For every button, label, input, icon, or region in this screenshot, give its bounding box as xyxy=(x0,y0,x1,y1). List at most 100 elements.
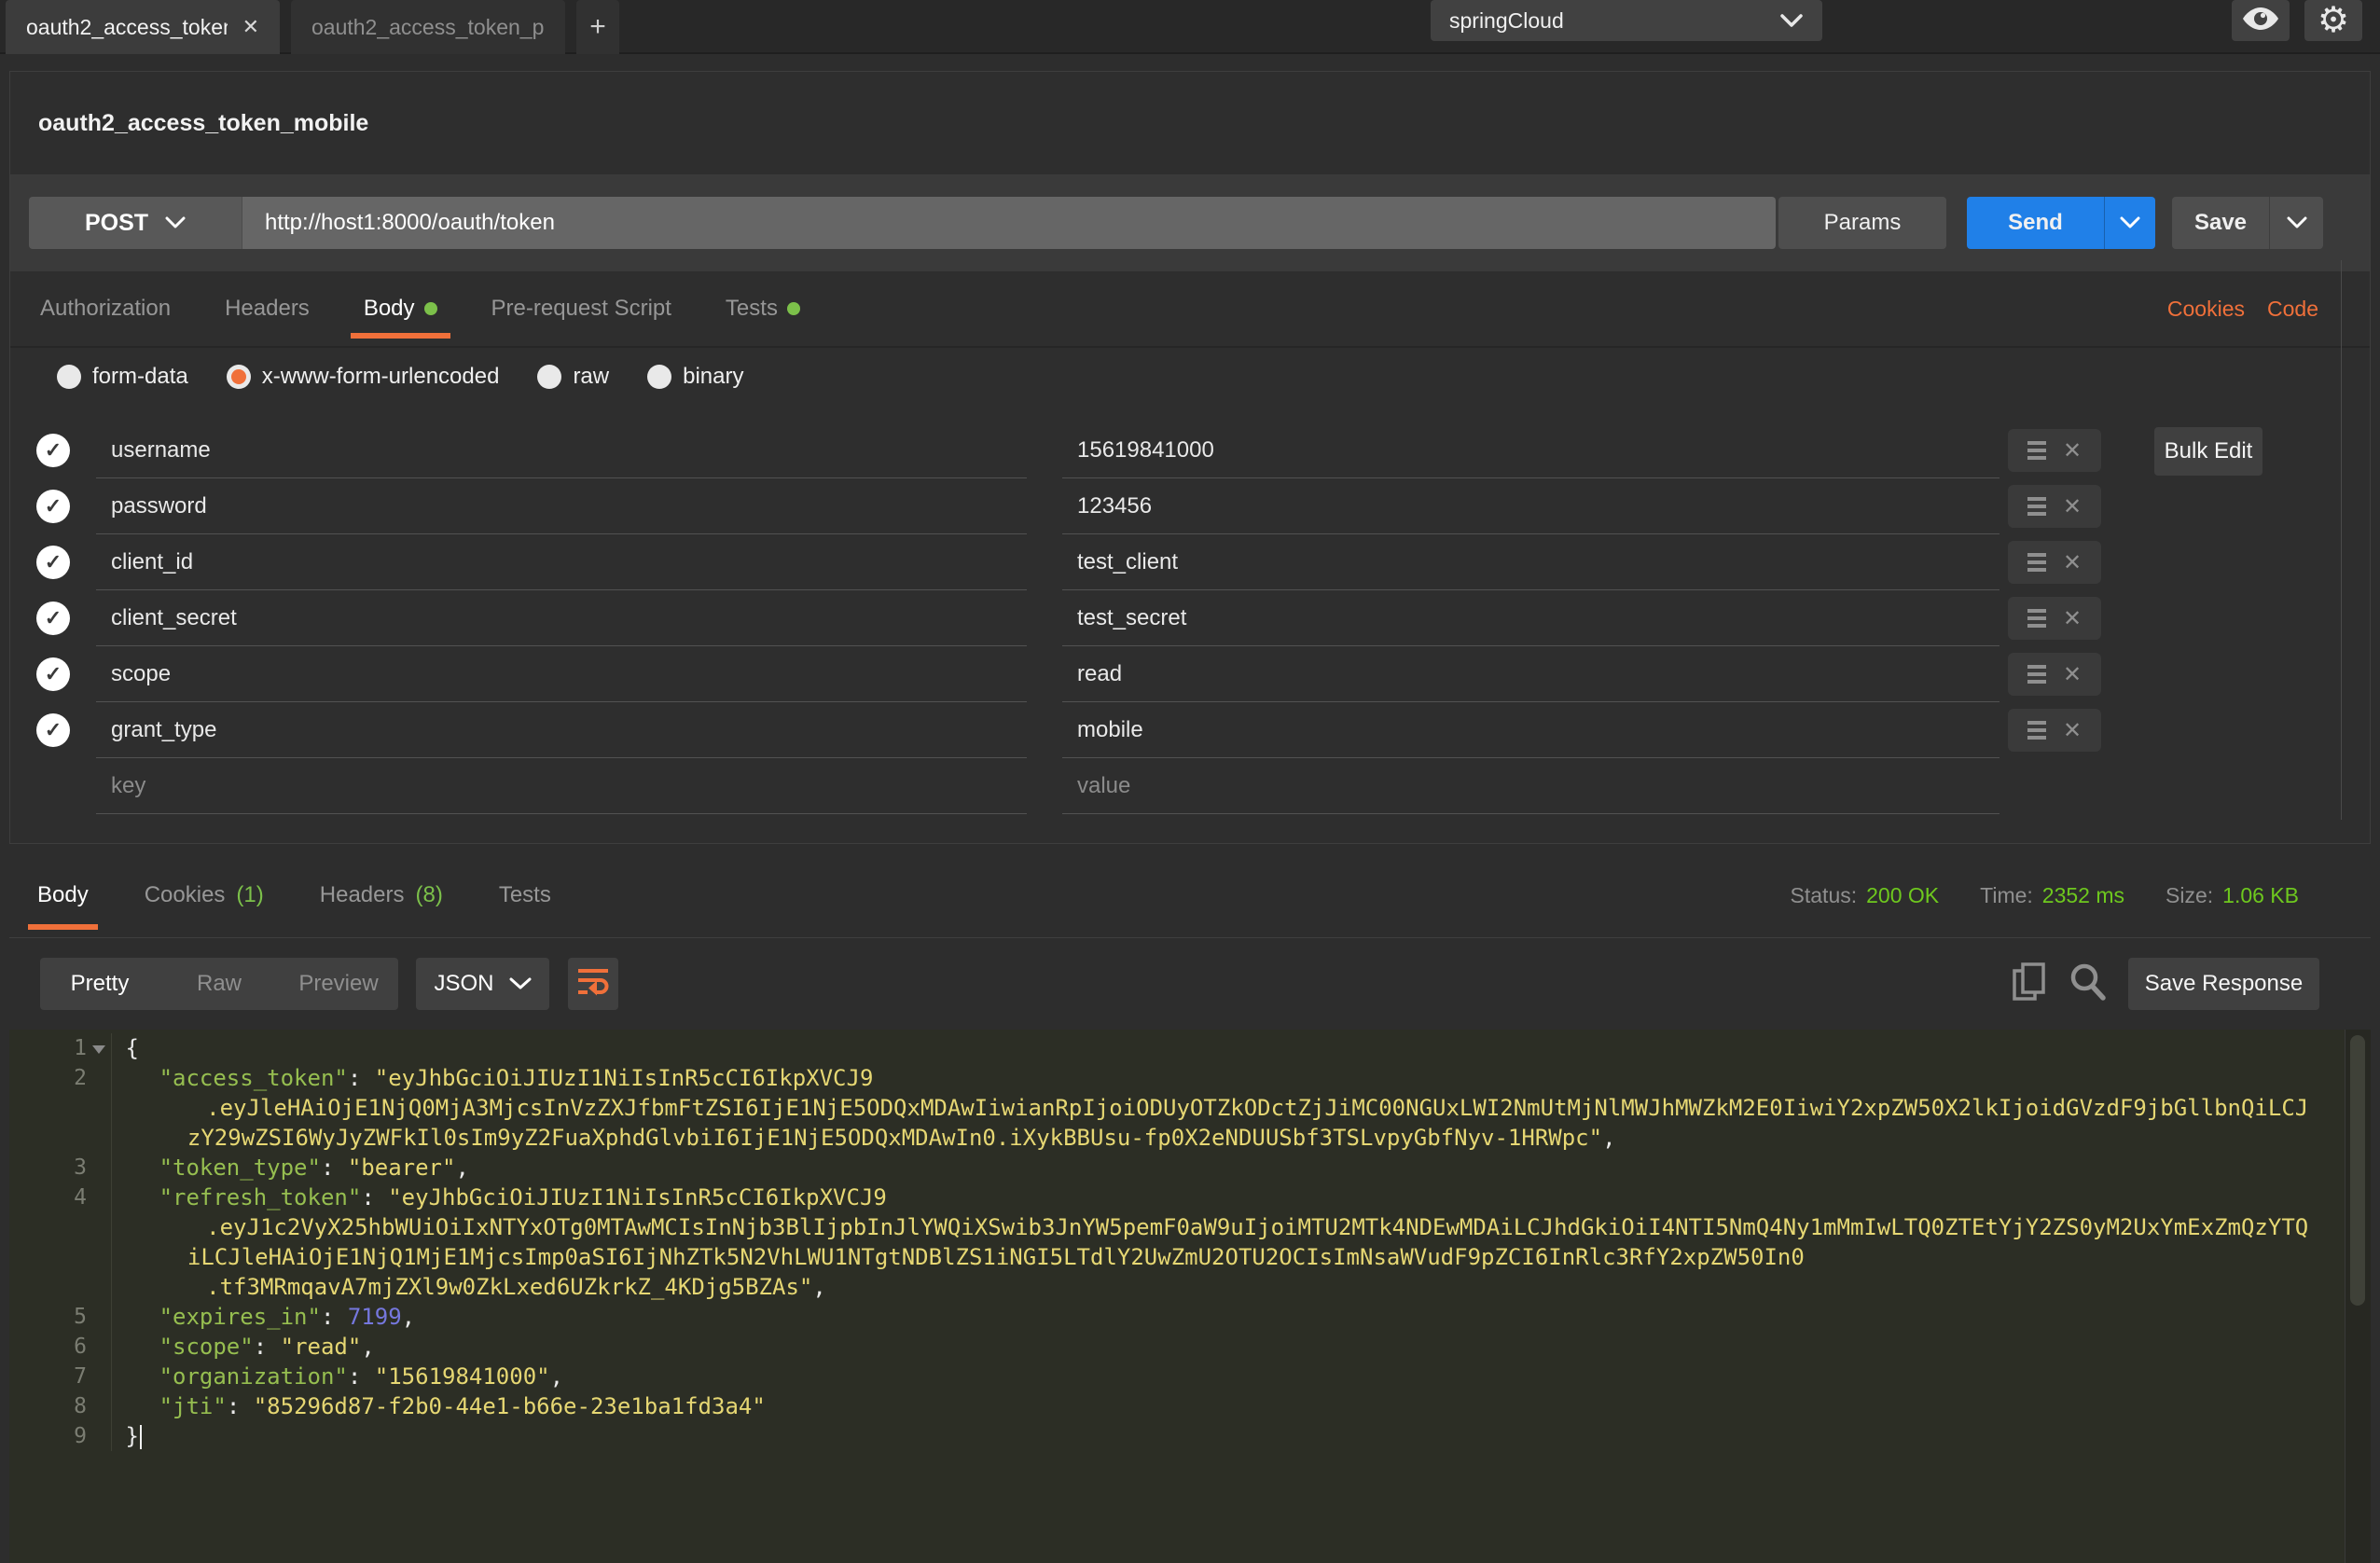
drag-handle-icon[interactable] xyxy=(2027,505,2046,508)
urlencoded-editor: ✓ username 15619841000 ✕ ✓ password 123456 ✕ ✓ cl… xyxy=(10,406,2370,814)
value-cell[interactable]: test_secret xyxy=(1062,590,1999,646)
workspace-tab[interactable]: oauth2_access_token_ ✕ xyxy=(6,0,280,54)
checkbox-checked-icon[interactable]: ✓ xyxy=(36,546,70,579)
fold-caret-icon[interactable] xyxy=(92,1045,105,1054)
drag-handle-icon[interactable] xyxy=(2027,449,2046,452)
bulk-edit-button[interactable]: Bulk Edit xyxy=(2154,427,2262,476)
radio-icon[interactable] xyxy=(537,365,561,389)
drag-handle-icon[interactable] xyxy=(2027,672,2046,676)
request-panel: oauth2_access_token_mobile POST Params S… xyxy=(9,71,2371,844)
save-response-button[interactable]: Save Response xyxy=(2128,958,2319,1010)
environment-preview-button[interactable] xyxy=(2232,0,2290,41)
form-row: ✓ password 123456 ✕ xyxy=(10,478,2101,534)
tab-tests[interactable]: Tests xyxy=(726,271,800,346)
size-value: 1.06 KB xyxy=(2222,883,2299,907)
code-line: 2"access_token": "eyJhbGciOiJIUzI1NiIsIn… xyxy=(9,1063,2371,1093)
response-scrollbar[interactable] xyxy=(2345,1030,2371,1563)
line-number xyxy=(9,1093,112,1123)
tab-count: (8) xyxy=(415,882,442,908)
scrollbar-thumb[interactable] xyxy=(2350,1035,2365,1306)
tab-body[interactable]: Body xyxy=(364,271,437,346)
value-cell[interactable]: mobile xyxy=(1062,702,1999,758)
environment-select[interactable]: springCloud xyxy=(1431,0,1822,41)
key-cell[interactable]: password xyxy=(96,478,1027,534)
new-tab-button[interactable]: + xyxy=(576,0,619,54)
delete-row-icon[interactable]: ✕ xyxy=(2063,549,2082,576)
send-button[interactable]: Send xyxy=(1967,197,2155,249)
value-cell[interactable]: read xyxy=(1062,646,1999,702)
response-tab-tests[interactable]: Tests xyxy=(499,853,551,937)
close-icon[interactable]: ✕ xyxy=(242,15,259,39)
builder-scrollbar[interactable] xyxy=(2341,260,2342,820)
wrap-lines-button[interactable] xyxy=(568,958,618,1010)
copy-button[interactable] xyxy=(2013,961,2046,1007)
code-text: .eyJ1c2VyX25hbWUiOiIxNTYxOTg0MTAwMCIsInN… xyxy=(112,1212,2308,1242)
key-cell[interactable]: grant_type xyxy=(96,702,1027,758)
radio-icon[interactable] xyxy=(57,365,81,389)
value-cell[interactable]: value xyxy=(1062,758,1999,814)
key-cell[interactable]: username xyxy=(96,422,1027,478)
tab-authorization[interactable]: Authorization xyxy=(40,271,171,346)
tab-pre-request-script[interactable]: Pre-request Script xyxy=(491,271,671,346)
form-row: key value xyxy=(10,758,2101,814)
cookies-link[interactable]: Cookies xyxy=(2167,297,2245,322)
row-check-cell: ✓ xyxy=(10,602,96,635)
key-cell[interactable]: key xyxy=(96,758,1027,814)
drag-handle-icon[interactable] xyxy=(2027,560,2046,564)
tab-headers[interactable]: Headers xyxy=(225,271,310,346)
method-select[interactable]: POST xyxy=(29,197,242,249)
radio-icon[interactable] xyxy=(647,365,671,389)
delete-row-icon[interactable]: ✕ xyxy=(2063,717,2082,744)
response-body-viewer[interactable]: 1{2"access_token": "eyJhbGciOiJIUzI1NiIs… xyxy=(9,1030,2371,1563)
delete-row-icon[interactable]: ✕ xyxy=(2063,437,2082,464)
delete-row-icon[interactable]: ✕ xyxy=(2063,493,2082,520)
view-mode-preview[interactable]: Preview xyxy=(279,958,398,1010)
workspace-tabstrip: oauth2_access_token_✕oauth2_access_token… xyxy=(0,0,2380,54)
delete-row-icon[interactable]: ✕ xyxy=(2063,661,2082,688)
checkbox-checked-icon[interactable]: ✓ xyxy=(36,434,70,467)
url-input[interactable] xyxy=(242,197,1776,249)
radio-icon[interactable] xyxy=(227,365,251,389)
code-line: 1{ xyxy=(9,1033,2371,1063)
view-mode-raw[interactable]: Raw xyxy=(159,958,279,1010)
tab-label: Headers xyxy=(225,296,310,322)
value-cell[interactable]: 123456 xyxy=(1062,478,1999,534)
line-number: 1 xyxy=(9,1033,112,1063)
response-tab-headers[interactable]: Headers(8) xyxy=(320,853,443,937)
body-mode-binary[interactable]: binary xyxy=(647,364,743,390)
body-mode-form-data[interactable]: form-data xyxy=(57,364,188,390)
key-cell[interactable]: scope xyxy=(96,646,1027,702)
drag-handle-icon[interactable] xyxy=(2027,616,2046,620)
response-tab-cookies[interactable]: Cookies(1) xyxy=(145,853,264,937)
save-button[interactable]: Save xyxy=(2172,197,2323,249)
key-cell[interactable]: client_secret xyxy=(96,590,1027,646)
eye-icon xyxy=(2242,6,2279,36)
checkbox-checked-icon[interactable]: ✓ xyxy=(36,657,70,691)
row-actions: ✕ xyxy=(2008,485,2101,528)
checkbox-checked-icon[interactable]: ✓ xyxy=(36,490,70,523)
response-tab-body[interactable]: Body xyxy=(37,853,89,937)
code-text: { xyxy=(112,1033,139,1063)
code-link[interactable]: Code xyxy=(2267,297,2318,322)
code-text: .eyJleHAiOjE1NjQ0MjA3MjcsInVzZXJfbmFtZSI… xyxy=(112,1093,2308,1123)
workspace-tab[interactable]: oauth2_access_token_passv xyxy=(291,0,565,54)
checkbox-checked-icon[interactable]: ✓ xyxy=(36,713,70,747)
save-options-button[interactable] xyxy=(2269,197,2323,249)
view-mode-pretty[interactable]: Pretty xyxy=(40,958,159,1010)
body-mode-raw[interactable]: raw xyxy=(537,364,609,390)
value-cell[interactable]: test_client xyxy=(1062,534,1999,590)
format-select[interactable]: JSON xyxy=(416,958,549,1010)
send-options-button[interactable] xyxy=(2104,197,2155,249)
value-cell[interactable]: 15619841000 xyxy=(1062,422,1999,478)
key-cell[interactable]: client_id xyxy=(96,534,1027,590)
settings-button[interactable]: ⚙ xyxy=(2304,0,2362,41)
code-text: "jti": "85296d87-f2b0-44e1-b66e-23e1ba1f… xyxy=(112,1391,766,1421)
checkbox-checked-icon[interactable]: ✓ xyxy=(36,602,70,635)
tab-label: oauth2_access_token_ xyxy=(26,15,228,40)
search-button[interactable] xyxy=(2069,962,2106,1006)
body-mode-x-www-form-urlencoded[interactable]: x-www-form-urlencoded xyxy=(227,364,500,390)
radio-selected-dot xyxy=(231,369,246,384)
drag-handle-icon[interactable] xyxy=(2027,728,2046,732)
params-button[interactable]: Params xyxy=(1778,197,1946,249)
delete-row-icon[interactable]: ✕ xyxy=(2063,605,2082,632)
